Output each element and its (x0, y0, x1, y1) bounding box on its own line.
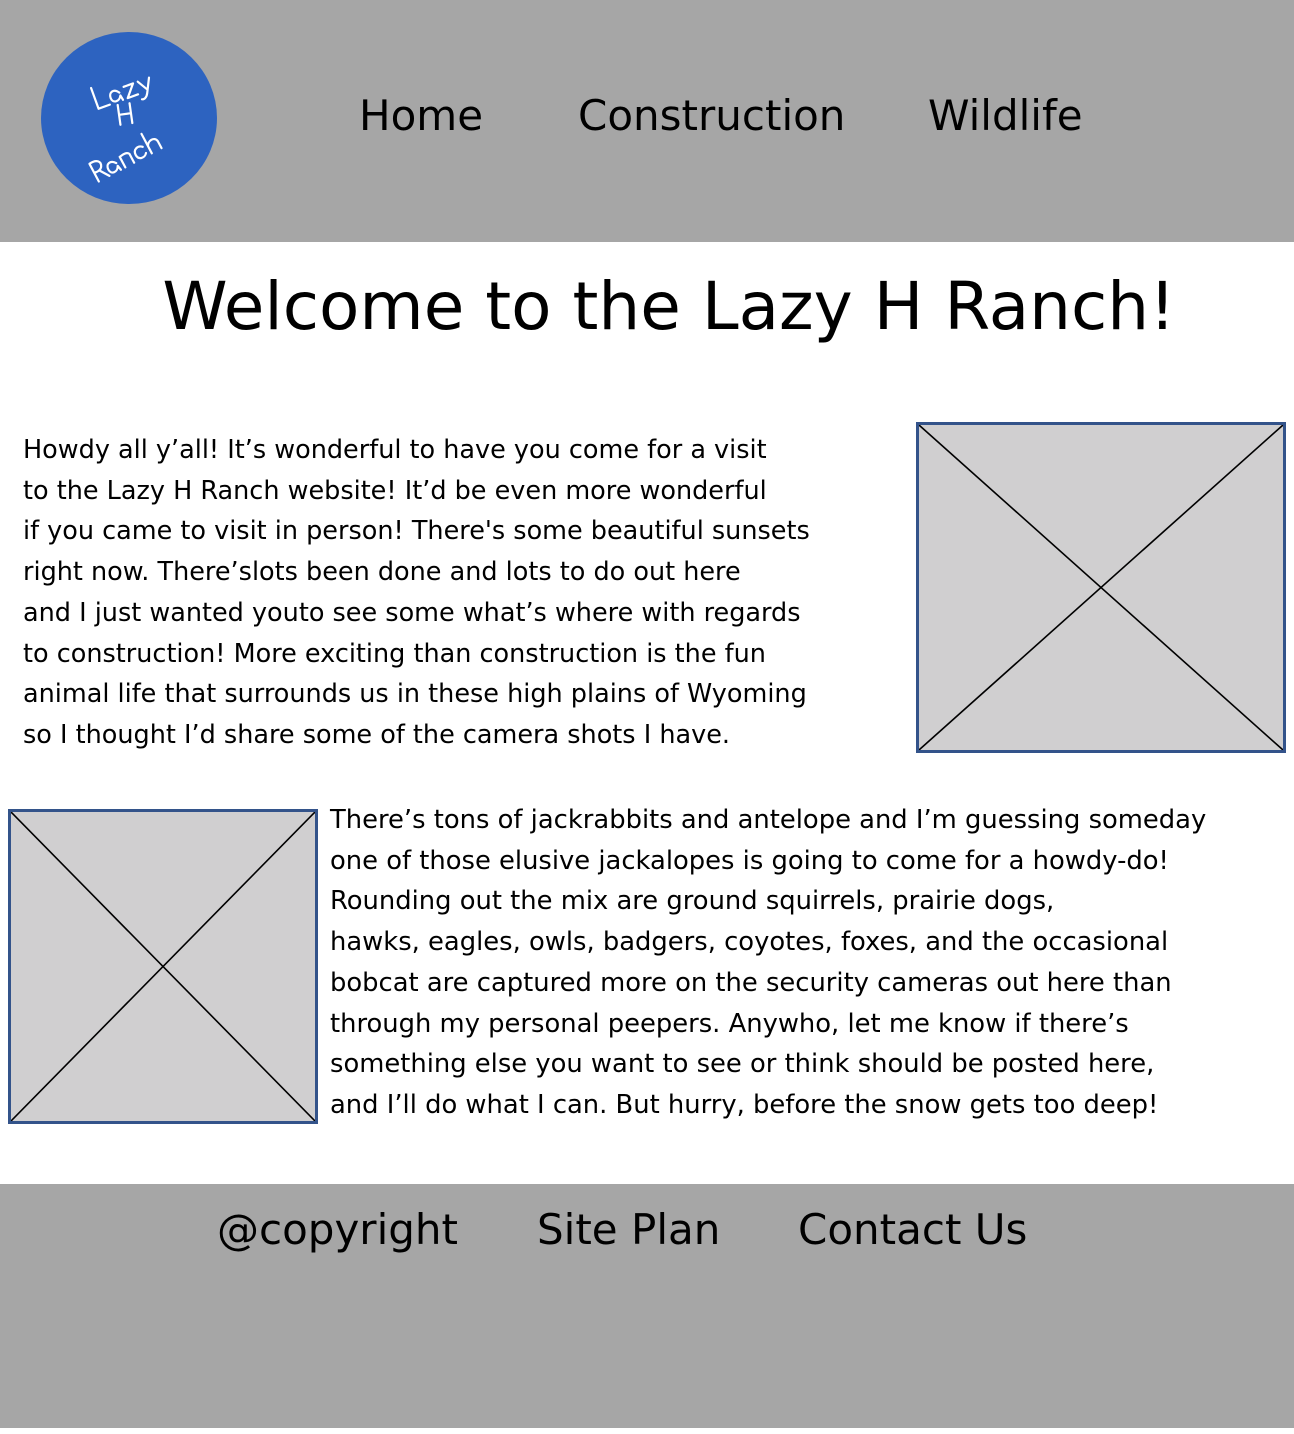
footer-site-plan-link[interactable]: Site Plan (537, 1202, 720, 1258)
intro-line: animal life that surrounds us in these h… (23, 679, 807, 710)
wildlife-line: hawks, eagles, owls, badgers, coyotes, f… (330, 927, 1169, 958)
logo-lettering (88, 76, 163, 183)
intro-line: to the Lazy H Ranch website! It’d be eve… (23, 475, 767, 506)
intro-paragraph: Howdy all y’all! It’s wonderful to have … (23, 430, 893, 756)
wildlife-paragraph: There’s tons of jackrabbits and antelope… (330, 800, 1280, 1126)
lazy-h-ranch-logo[interactable] (41, 32, 217, 204)
intro-line: and I just wanted youto see some what’s … (23, 597, 801, 628)
nav-wildlife[interactable]: Wildlife (928, 88, 1083, 144)
intro-line: to construction! More exciting than cons… (23, 638, 766, 669)
intro-line: right now. There’slots been done and lot… (23, 557, 741, 588)
wildlife-line: Rounding out the mix are ground squirrel… (330, 886, 1055, 917)
wildlife-line: There’s tons of jackrabbits and antelope… (330, 805, 1207, 835)
wildlife-line: bobcat are captured more on the security… (330, 967, 1172, 998)
intro-line: so I thought I’d share some of the camer… (23, 719, 730, 750)
wildlife-line: and I’ll do what I can. But hurry, befor… (330, 1089, 1159, 1120)
site-header: Home Construction Wildlife (0, 0, 1294, 242)
wildlife-line: something else you want to see or think … (330, 1049, 1155, 1080)
wildlife-line: through my personal peepers. Anywho, let… (330, 1008, 1129, 1039)
footer-contact-us-link[interactable]: Contact Us (798, 1202, 1027, 1258)
nav-home[interactable]: Home (359, 88, 483, 144)
footer-copyright-link[interactable]: @copyright (217, 1202, 458, 1258)
image-placeholder-wildlife[interactable] (8, 809, 318, 1124)
wildlife-line: one of those elusive jackalopes is going… (330, 845, 1169, 876)
image-placeholder-sunset[interactable] (916, 422, 1286, 753)
intro-line: if you came to visit in person! There's … (23, 516, 810, 547)
nav-construction[interactable]: Construction (578, 88, 845, 144)
placeholder-cross-icon (919, 425, 1283, 750)
placeholder-cross-icon (11, 812, 315, 1121)
intro-line: Howdy all y’all! It’s wonderful to have … (23, 435, 767, 465)
page-title: Welcome to the Lazy H Ranch! (162, 268, 1176, 345)
